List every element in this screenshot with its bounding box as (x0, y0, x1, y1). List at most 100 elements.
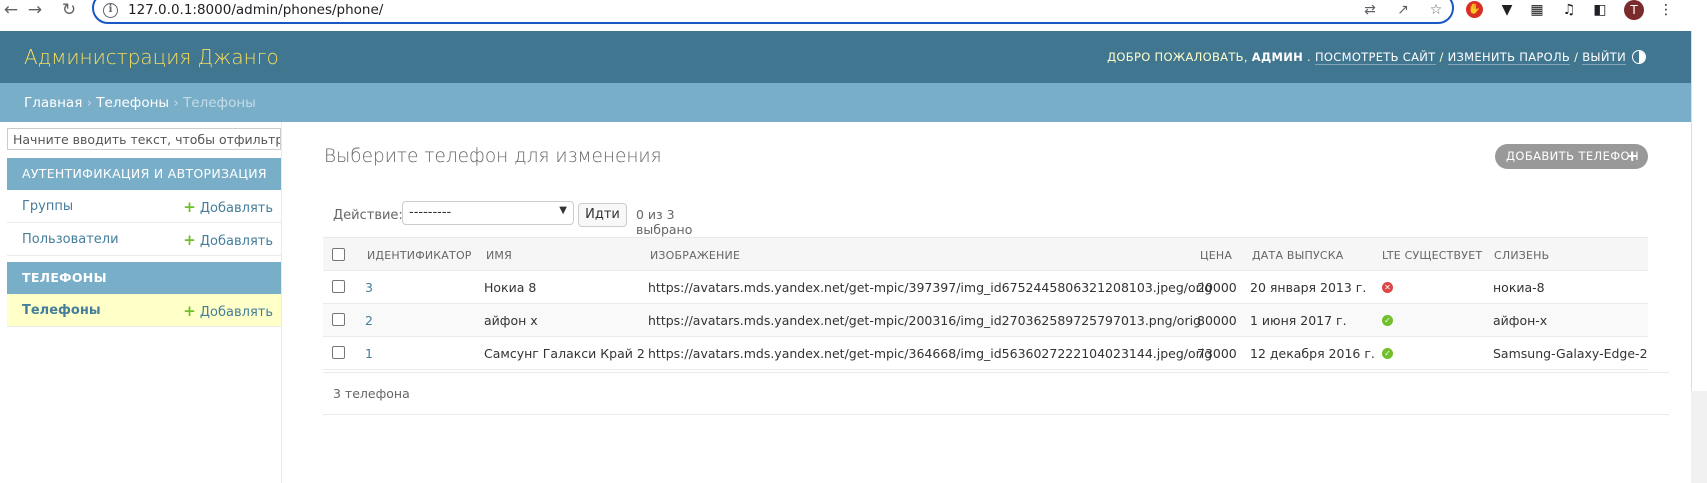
side-panel-icon[interactable]: ◧ (1590, 0, 1610, 20)
action-counter: 0 из 3 выбрано (636, 207, 693, 237)
site-info-icon[interactable]: i (103, 3, 118, 18)
address-bar[interactable]: i 127.0.0.1:8000/admin/phones/phone/ ⇄ ↗… (92, 0, 1454, 24)
translate-icon[interactable]: ⇄ (1361, 1, 1379, 19)
row-checkbox[interactable] (332, 346, 345, 359)
extensions-puzzle-icon[interactable]: ▦ (1527, 0, 1547, 20)
welcome-text: ДОБРО ПОЖАЛОВАТЬ, (1107, 50, 1252, 64)
module-caption[interactable]: Аутентификация и авторизация (7, 158, 281, 190)
row-id-link[interactable]: 2 (365, 313, 373, 328)
sidebar-item-label[interactable]: Пользователи (22, 232, 119, 247)
row-image: https://avatars.mds.yandex.net/get-mpic/… (648, 313, 1201, 328)
add-user-link[interactable]: + Добавлять (183, 231, 273, 249)
forward-icon[interactable]: → (24, 0, 46, 22)
bookmark-star-icon[interactable]: ☆ (1427, 1, 1445, 19)
sidebar-item-label[interactable]: Группы (22, 199, 73, 214)
action-label: Действие: (333, 208, 403, 223)
user-tools: ДОБРО ПОЖАЛОВАТЬ, АДМИН . ПОСМОТРЕТЬ САЙ… (1107, 50, 1626, 65)
plus-icon: + (183, 198, 196, 216)
breadcrumb-app[interactable]: Телефоны (96, 95, 169, 111)
sidebar-item-users: Пользователи + Добавлять (7, 223, 281, 256)
change-password-link[interactable]: ИЗМЕНИТЬ ПАРОЛЬ (1447, 50, 1571, 65)
add-label[interactable]: Добавлять (200, 201, 273, 216)
row-price: 80000 (1197, 313, 1237, 328)
breadcrumb-current: Телефоны (183, 95, 256, 111)
yes-icon: ✓ (1382, 348, 1393, 359)
vpn-extension-icon[interactable]: ▼ (1497, 0, 1517, 20)
logout-link[interactable]: ВЫЙТИ (1582, 50, 1626, 65)
add-group-link[interactable]: + Добавлять (183, 198, 273, 216)
paginator: 3 телефона (323, 372, 1669, 415)
add-label[interactable]: Добавлять (200, 305, 273, 320)
plus-icon: + (183, 231, 196, 249)
row-release: 12 декабря 2016 г. (1250, 346, 1375, 361)
row-checkbox[interactable] (332, 313, 345, 326)
row-name: Самсунг Галакси Край 2 (484, 346, 645, 361)
module-phones: Телефоны Телефоны + Добавлять (7, 262, 281, 327)
row-image: https://avatars.mds.yandex.net/get-mpic/… (648, 346, 1213, 361)
nav-filter-input[interactable]: Начните вводить текст, чтобы отфильтрова… (7, 128, 281, 150)
go-button[interactable]: Идти (578, 203, 627, 227)
select-all-checkbox[interactable] (332, 248, 345, 261)
view-site-link[interactable]: ПОСМОТРЕТЬ САЙТ (1314, 50, 1436, 65)
plus-icon: + (183, 302, 196, 320)
column-header-name[interactable]: Имя (486, 249, 512, 262)
table-header: Идентификатор Имя Изображение Цена Дата … (323, 237, 1648, 271)
media-control-icon[interactable]: ♫ (1559, 0, 1579, 20)
add-phone-link[interactable]: + Добавлять (183, 302, 273, 320)
page-title: Выберите телефон для изменения (324, 146, 662, 167)
table-row: 1 Самсунг Галакси Край 2 https://avatars… (323, 337, 1648, 370)
module-auth: Аутентификация и авторизация Группы + Доб… (7, 158, 281, 256)
add-button-label[interactable]: ДОБАВИТЬ ТЕЛЕФОН (1506, 149, 1639, 163)
browser-toolbar: ← → ↻ i 127.0.0.1:8000/admin/phones/phon… (0, 0, 1707, 31)
table-row: 3 Нокиа 8 https://avatars.mds.yandex.net… (323, 271, 1648, 304)
module-caption[interactable]: Телефоны (7, 262, 281, 294)
back-icon[interactable]: ← (0, 0, 22, 22)
theme-toggle-icon[interactable] (1632, 50, 1646, 64)
row-id-link[interactable]: 3 (365, 280, 373, 295)
sidebar-item-groups: Группы + Добавлять (7, 190, 281, 223)
row-slug: айфон-х (1493, 313, 1548, 328)
username: АДМИН (1251, 50, 1304, 64)
row-price: 73000 (1197, 346, 1237, 361)
admin-header: Администрация Джанго ДОБРО ПОЖАЛОВАТЬ, А… (0, 31, 1691, 83)
row-name: айфон х (484, 313, 538, 328)
plus-icon: + (1626, 147, 1639, 165)
add-label[interactable]: Добавлять (200, 234, 273, 249)
row-release: 20 января 2013 г. (1250, 280, 1367, 295)
yes-icon: ✓ (1382, 315, 1393, 326)
column-header-image[interactable]: Изображение (650, 249, 740, 262)
url-text[interactable]: 127.0.0.1:8000/admin/phones/phone/ (128, 2, 383, 18)
breadcrumb: Главная › Телефоны › Телефоны (0, 83, 1691, 122)
no-icon: ✕ (1382, 282, 1393, 293)
add-phone-button[interactable]: ДОБАВИТЬ ТЕЛЕФОН + (1495, 144, 1648, 169)
column-header-release-date[interactable]: Дата выпуска (1252, 249, 1344, 262)
adblock-extension-icon[interactable]: ✋ (1466, 1, 1483, 18)
breadcrumb-home[interactable]: Главная (24, 95, 82, 111)
row-name: Нокиа 8 (484, 280, 537, 295)
browser-menu-icon[interactable]: ⋮ (1656, 0, 1676, 20)
sidebar-item-label[interactable]: Телефоны (22, 303, 101, 318)
chevron-down-icon[interactable]: ▼ (559, 205, 567, 216)
column-header-id[interactable]: Идентификатор (367, 249, 472, 262)
row-image: https://avatars.mds.yandex.net/get-mpic/… (648, 280, 1213, 295)
row-slug: Samsung-Galaxy-Edge-2 (1493, 346, 1648, 361)
column-header-slug[interactable]: Слизень (1494, 249, 1549, 262)
profile-avatar[interactable]: T (1624, 0, 1644, 20)
row-id-link[interactable]: 1 (365, 346, 373, 361)
column-header-lte[interactable]: LTE существует (1382, 249, 1482, 262)
page-scrollbar[interactable] (1691, 31, 1707, 483)
row-slug: нокиа-8 (1493, 280, 1545, 295)
action-selected[interactable]: --------- (409, 205, 451, 220)
reload-icon[interactable]: ↻ (58, 0, 80, 22)
share-icon[interactable]: ↗ (1394, 1, 1412, 19)
row-release: 1 июня 2017 г. (1250, 313, 1347, 328)
scrollbar-thumb[interactable] (1691, 31, 1707, 391)
table-row: 2 айфон х https://avatars.mds.yandex.net… (323, 304, 1648, 337)
site-branding[interactable]: Администрация Джанго (24, 45, 279, 69)
action-select[interactable]: --------- ▼ (402, 201, 574, 225)
row-price: 20000 (1197, 280, 1237, 295)
sidebar-item-phones: Телефоны + Добавлять (7, 294, 281, 327)
column-header-price[interactable]: Цена (1200, 249, 1232, 262)
row-checkbox[interactable] (332, 280, 345, 293)
nav-sidebar: Начните вводить текст, чтобы отфильтрова… (0, 122, 282, 483)
